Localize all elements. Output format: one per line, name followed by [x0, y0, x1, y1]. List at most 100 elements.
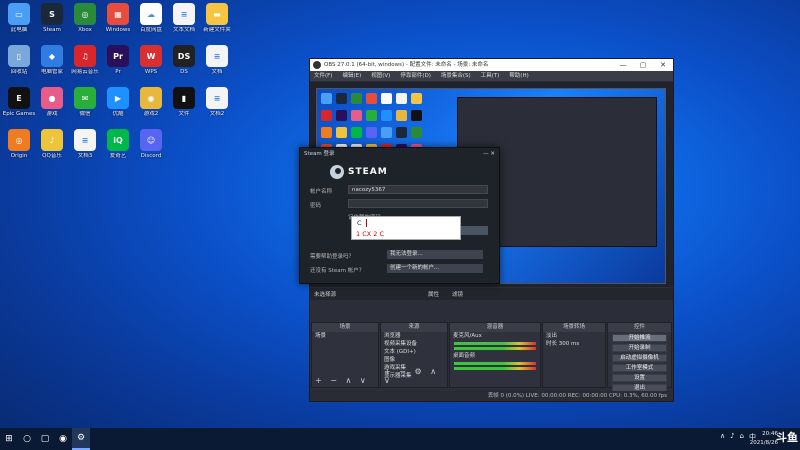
- app-icon: ▶: [107, 87, 129, 109]
- obs-menu-item[interactable]: 场景集合(S): [441, 71, 471, 81]
- nested-desktop-icon: [396, 127, 407, 138]
- obs-menu-item[interactable]: 视图(V): [371, 71, 390, 81]
- app-icon: ≡: [206, 87, 228, 109]
- app-icon: ▮: [173, 87, 195, 109]
- close-icon[interactable]: — ✕: [483, 148, 495, 160]
- mixer-header: 混音器: [450, 323, 540, 332]
- help-button[interactable]: 我无法登录...: [387, 250, 483, 259]
- taskbar-button[interactable]: ○: [18, 428, 36, 450]
- transition-select[interactable]: 淡出: [543, 332, 605, 340]
- taskbar-clock[interactable]: 20:46 2021/8/26: [750, 430, 778, 448]
- desktop-icon[interactable]: ≡ 文档: [198, 44, 236, 84]
- create-account-button[interactable]: 创建一个新的帐户...: [387, 264, 483, 273]
- scene-list-item[interactable]: 场景: [312, 332, 378, 340]
- nested-desktop-icon: [381, 110, 392, 121]
- password-field[interactable]: [348, 199, 488, 208]
- obs-menubar: 文件(F) 编辑(E) 视图(V) 停靠部件(D) 场景集合(S) 工具(T) 帮助(H): [310, 71, 673, 81]
- nested-desktop-icon: [336, 110, 347, 121]
- filters-button[interactable]: 滤镜: [452, 290, 463, 298]
- properties-button[interactable]: 属性: [428, 290, 439, 298]
- obs-logo-icon: [313, 61, 321, 69]
- desktop-icon-label: Discord: [140, 153, 162, 159]
- duration-field[interactable]: 时长 300 ms: [543, 340, 605, 348]
- nested-desktop-icon: [366, 93, 377, 104]
- close-icon[interactable]: ✕: [653, 59, 673, 71]
- tray-icon[interactable]: ⌂: [740, 432, 744, 442]
- source-list-item[interactable]: 视频采集设备: [381, 340, 447, 348]
- taskbar-button[interactable]: ▢: [36, 428, 54, 450]
- desktop-icon-label: 文档: [211, 69, 223, 75]
- nested-desktop-icon: [351, 93, 362, 104]
- mic-volume-slider[interactable]: [454, 347, 536, 350]
- steam-titlebar[interactable]: Steam 登录 — ✕: [300, 148, 499, 160]
- desktop-volume-slider[interactable]: [454, 367, 536, 370]
- steam-title: Steam 登录: [304, 151, 335, 157]
- controls-header: 控件: [608, 323, 671, 332]
- nested-desktop-icon: [351, 110, 362, 121]
- help-label: 需要帮助登录吗？: [310, 254, 355, 260]
- scenes-dock: 场景 场景 + − ∧ ∨: [311, 322, 379, 388]
- nested-desktop-icon: [366, 110, 377, 121]
- sources-toolbar[interactable]: + − ⚙ ∧ ∨: [384, 367, 447, 385]
- nested-desktop-icon: [366, 127, 377, 138]
- tray-icon[interactable]: ∧: [720, 432, 725, 442]
- nested-desktop-icon: [396, 110, 407, 121]
- app-icon: E: [8, 87, 30, 109]
- source-list-item[interactable]: 文本 (GDI+): [381, 348, 447, 356]
- obs-titlebar[interactable]: OBS 27.0.1 (64-bit, windows) - 配置文件: 未命名…: [310, 59, 673, 71]
- scenes-toolbar[interactable]: + − ∧ ∨: [315, 376, 369, 385]
- app-icon: ▬: [206, 3, 228, 25]
- taskbar-button[interactable]: ⚙: [72, 428, 90, 450]
- obs-menu-item[interactable]: 工具(T): [481, 71, 500, 81]
- desktop-icon-label: 新建文件夹: [203, 27, 231, 33]
- nested-desktop-icon: [351, 127, 362, 138]
- nested-desktop-icon: [381, 127, 392, 138]
- source-list-item[interactable]: 浏览器: [381, 332, 447, 340]
- obs-menu-item[interactable]: 帮助(H): [509, 71, 528, 81]
- new-account-label: 还没有 Steam 帐户？: [310, 268, 365, 274]
- desktop-icon-label: 文档2: [209, 111, 225, 117]
- mixer-mic-label: 麦克风/Aux: [453, 333, 482, 339]
- desktop-meter: [454, 362, 536, 365]
- obs-title: OBS 27.0.1 (64-bit, windows) - 配置文件: 未命名…: [324, 62, 489, 68]
- obs-source-toolbar: 未选择源 属性 滤镜: [310, 288, 673, 300]
- password-label: 密码: [310, 203, 322, 209]
- app-icon: ◉: [140, 87, 162, 109]
- app-icon: ☁: [140, 3, 162, 25]
- desktop-icon[interactable]: ≡ 文档2: [198, 86, 236, 126]
- desktop-icon[interactable]: ▬ 新建文件夹: [198, 2, 236, 42]
- controls-dock: 控件 开始推流 开始录制 启动虚拟摄像机 工作室模式 设置 退出: [607, 322, 672, 392]
- app-icon: ◆: [41, 45, 63, 67]
- app-icon: Pr: [107, 45, 129, 67]
- minimize-icon[interactable]: —: [613, 59, 633, 71]
- mic-meter: [454, 342, 536, 345]
- source-list-item[interactable]: 图像: [381, 356, 447, 364]
- ime-candidate-window[interactable]: C 1 CX 2 C: [351, 216, 461, 240]
- app-icon: ≡: [173, 3, 195, 25]
- nested-desktop-icon: [411, 93, 422, 104]
- app-icon: ●: [41, 87, 63, 109]
- nested-desktop-icon: [396, 93, 407, 104]
- obs-menu-item[interactable]: 编辑(E): [342, 71, 361, 81]
- app-icon: ≡: [74, 129, 96, 151]
- obs-menu-item[interactable]: 文件(F): [314, 71, 332, 81]
- nested-desktop-icon: [321, 110, 332, 121]
- control-button[interactable]: 设置: [612, 374, 667, 382]
- control-button[interactable]: 工作室模式: [612, 364, 667, 372]
- ime-candidates[interactable]: 1 CX 2 C: [356, 230, 384, 238]
- app-icon: ◎: [74, 3, 96, 25]
- obs-menu-item[interactable]: 停靠部件(D): [400, 71, 431, 81]
- desktop-icon[interactable]: ☺ Discord: [132, 128, 170, 168]
- control-button[interactable]: 开始录制: [612, 344, 667, 352]
- obs-status-bar: 丢帧 0 (0.0%) LIVE: 00:00:00 REC: 00:00:00…: [310, 391, 673, 401]
- nested-desktop-icon: [381, 93, 392, 104]
- taskbar-button[interactable]: ⊞: [0, 428, 18, 450]
- account-field[interactable]: nacozy5367: [348, 185, 488, 194]
- maximize-icon[interactable]: ▢: [633, 59, 653, 71]
- nested-desktop-icon: [336, 127, 347, 138]
- sources-dock: 来源 浏览器 视频采集设备 文本 (GDI+) 图像 游戏采集 显示器采集 + − ⚙ ∧…: [380, 322, 448, 388]
- control-button[interactable]: 开始推流: [612, 334, 667, 342]
- tray-icon[interactable]: ♪: [730, 432, 734, 442]
- control-button[interactable]: 启动虚拟摄像机: [612, 354, 667, 362]
- taskbar-button[interactable]: ◉: [54, 428, 72, 450]
